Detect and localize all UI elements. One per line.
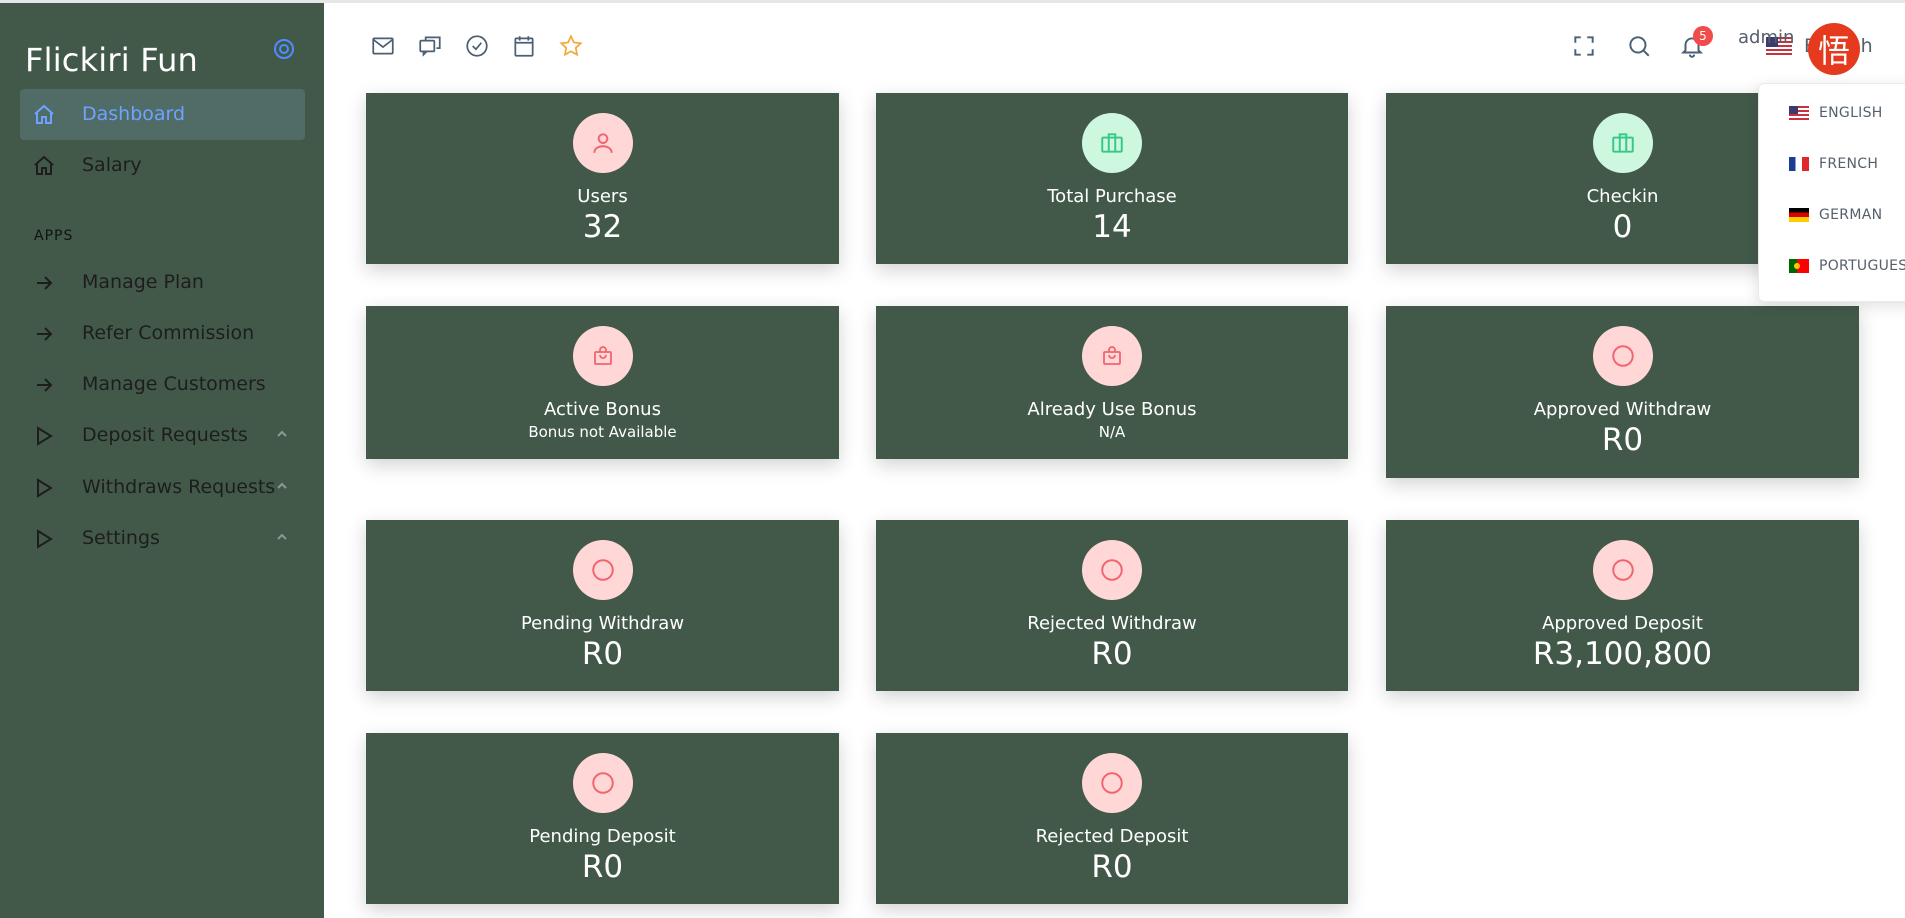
sidebar-item-label: Manage Customers — [82, 373, 266, 395]
stat-card-approved-deposit: Approved Deposit R3,100,800 — [1386, 520, 1859, 691]
stat-card-rejected-withdraw: Rejected Withdraw R0 — [876, 520, 1348, 691]
card-value: 14 — [1092, 209, 1132, 245]
shopping-bag-icon — [1082, 326, 1142, 386]
sidebar-toggle-icon[interactable] — [272, 37, 296, 61]
sidebar-item-label: Refer Commission — [82, 322, 255, 344]
arrow-right-icon — [37, 276, 53, 290]
sidebar-item-settings[interactable]: Settings — [20, 513, 305, 564]
sidebar-item-label: Settings — [82, 527, 160, 549]
home-icon — [34, 155, 54, 175]
language-option-label: FRENCH — [1819, 156, 1879, 172]
briefcase-icon — [1082, 113, 1142, 173]
language-option-english[interactable]: ENGLISH — [1789, 105, 1883, 121]
card-title: Approved Deposit — [1542, 613, 1703, 634]
portugal-flag-icon — [1789, 259, 1809, 273]
stat-card-approved-withdraw: Approved Withdraw R0 — [1386, 306, 1859, 478]
stat-card-active-bonus: Active Bonus Bonus not Available — [366, 306, 839, 459]
language-option-label: GERMAN — [1819, 207, 1883, 223]
mail-icon[interactable] — [370, 33, 396, 59]
circle-icon — [572, 753, 633, 813]
star-icon[interactable] — [558, 33, 584, 59]
chevron-up-icon — [277, 430, 287, 437]
card-title: Approved Withdraw — [1533, 399, 1712, 420]
card-title: Pending Withdraw — [520, 613, 685, 634]
card-title: Users — [577, 186, 628, 207]
card-title: Active Bonus — [544, 399, 661, 420]
language-option-label: PORTUGUESE — [1819, 258, 1905, 274]
sidebar-section-label: APPS — [34, 228, 74, 244]
sidebar-item-dashboard[interactable]: Dashboard — [20, 89, 305, 140]
stat-card-already-use-bonus: Already Use Bonus N/A — [876, 306, 1348, 459]
sidebar-item-deposit-requests[interactable]: Deposit Requests — [20, 410, 305, 461]
card-title: Total Purchase — [1047, 186, 1177, 207]
language-option-portuguese[interactable]: PORTUGUESE — [1789, 258, 1905, 274]
chevron-up-icon — [277, 533, 287, 540]
arrow-right-icon — [37, 327, 53, 341]
language-dropdown: ENGLISH FRENCH GERMAN PORTUGUESE — [1758, 83, 1905, 302]
language-option-german[interactable]: GERMAN — [1789, 207, 1882, 223]
stat-card-total-purchase: Total Purchase 14 — [876, 93, 1348, 264]
arrow-right-icon — [37, 378, 53, 392]
play-icon — [37, 529, 53, 549]
card-value: R0 — [1091, 849, 1133, 885]
circle-icon — [1082, 540, 1142, 600]
chevron-up-icon — [277, 482, 287, 489]
card-title: Rejected Deposit — [1035, 826, 1189, 847]
card-value: R0 — [581, 849, 624, 885]
avatar[interactable]: 悟 — [1808, 23, 1860, 75]
briefcase-icon — [1592, 113, 1653, 173]
notification-badge: 5 — [1693, 26, 1713, 46]
sidebar-item-label: Dashboard — [82, 103, 186, 125]
germany-flag-icon — [1789, 208, 1809, 222]
card-value: Bonus not Available — [528, 423, 677, 441]
circle-icon — [572, 540, 633, 600]
sidebar-item-label: Salary — [82, 154, 142, 176]
shopping-bag-icon — [572, 326, 633, 386]
language-option-french[interactable]: FRENCH — [1789, 156, 1878, 172]
sidebar-item-manage-plan[interactable]: Manage Plan — [20, 257, 305, 308]
play-icon — [37, 478, 53, 498]
circle-icon — [1082, 753, 1142, 813]
language-option-label: ENGLISH — [1819, 105, 1883, 121]
card-value: R0 — [1091, 636, 1133, 672]
sidebar-item-refer-commission[interactable]: Refer Commission — [20, 308, 305, 359]
card-value: 32 — [582, 209, 623, 245]
chat-icon[interactable] — [417, 33, 443, 59]
sidebar-item-manage-customers[interactable]: Manage Customers — [20, 359, 305, 410]
card-title: Rejected Withdraw — [1027, 613, 1197, 634]
brand-title[interactable]: Flickiri Fun — [25, 41, 198, 79]
main-content: English 5 admin 悟 Users 32 Total Purchas… — [324, 3, 1905, 918]
calendar-icon[interactable] — [511, 33, 537, 59]
play-icon — [37, 426, 53, 446]
card-value: N/A — [1098, 423, 1126, 441]
card-value: R3,100,800 — [1532, 636, 1713, 672]
sidebar: Flickiri Fun Dashboard Salary APPS Manag… — [0, 3, 324, 918]
stat-card-users: Users 32 — [366, 93, 839, 264]
sidebar-item-label: Withdraws Requests — [82, 476, 276, 498]
sidebar-item-withdraws-requests[interactable]: Withdraws Requests — [20, 462, 305, 513]
circle-icon — [1592, 326, 1653, 386]
sidebar-item-salary[interactable]: Salary — [20, 140, 305, 191]
sidebar-item-label: Deposit Requests — [82, 424, 248, 446]
user-icon — [572, 113, 633, 173]
card-value: R0 — [581, 636, 624, 672]
france-flag-icon — [1789, 157, 1809, 171]
search-icon[interactable] — [1626, 33, 1652, 59]
card-title: Already Use Bonus — [1027, 399, 1197, 420]
circle-icon — [1592, 540, 1653, 600]
user-name[interactable]: admin — [1738, 27, 1794, 48]
sidebar-item-label: Manage Plan — [82, 271, 204, 293]
stat-card-pending-withdraw: Pending Withdraw R0 — [366, 520, 839, 691]
card-title: Pending Deposit — [529, 826, 676, 847]
stat-card-rejected-deposit: Rejected Deposit R0 — [876, 733, 1348, 904]
check-circle-icon[interactable] — [464, 33, 490, 59]
stat-card-pending-deposit: Pending Deposit R0 — [366, 733, 839, 904]
card-value: R0 — [1601, 422, 1644, 458]
fullscreen-icon[interactable] — [1571, 33, 1597, 59]
home-icon — [34, 104, 54, 124]
us-flag-icon — [1789, 106, 1809, 120]
